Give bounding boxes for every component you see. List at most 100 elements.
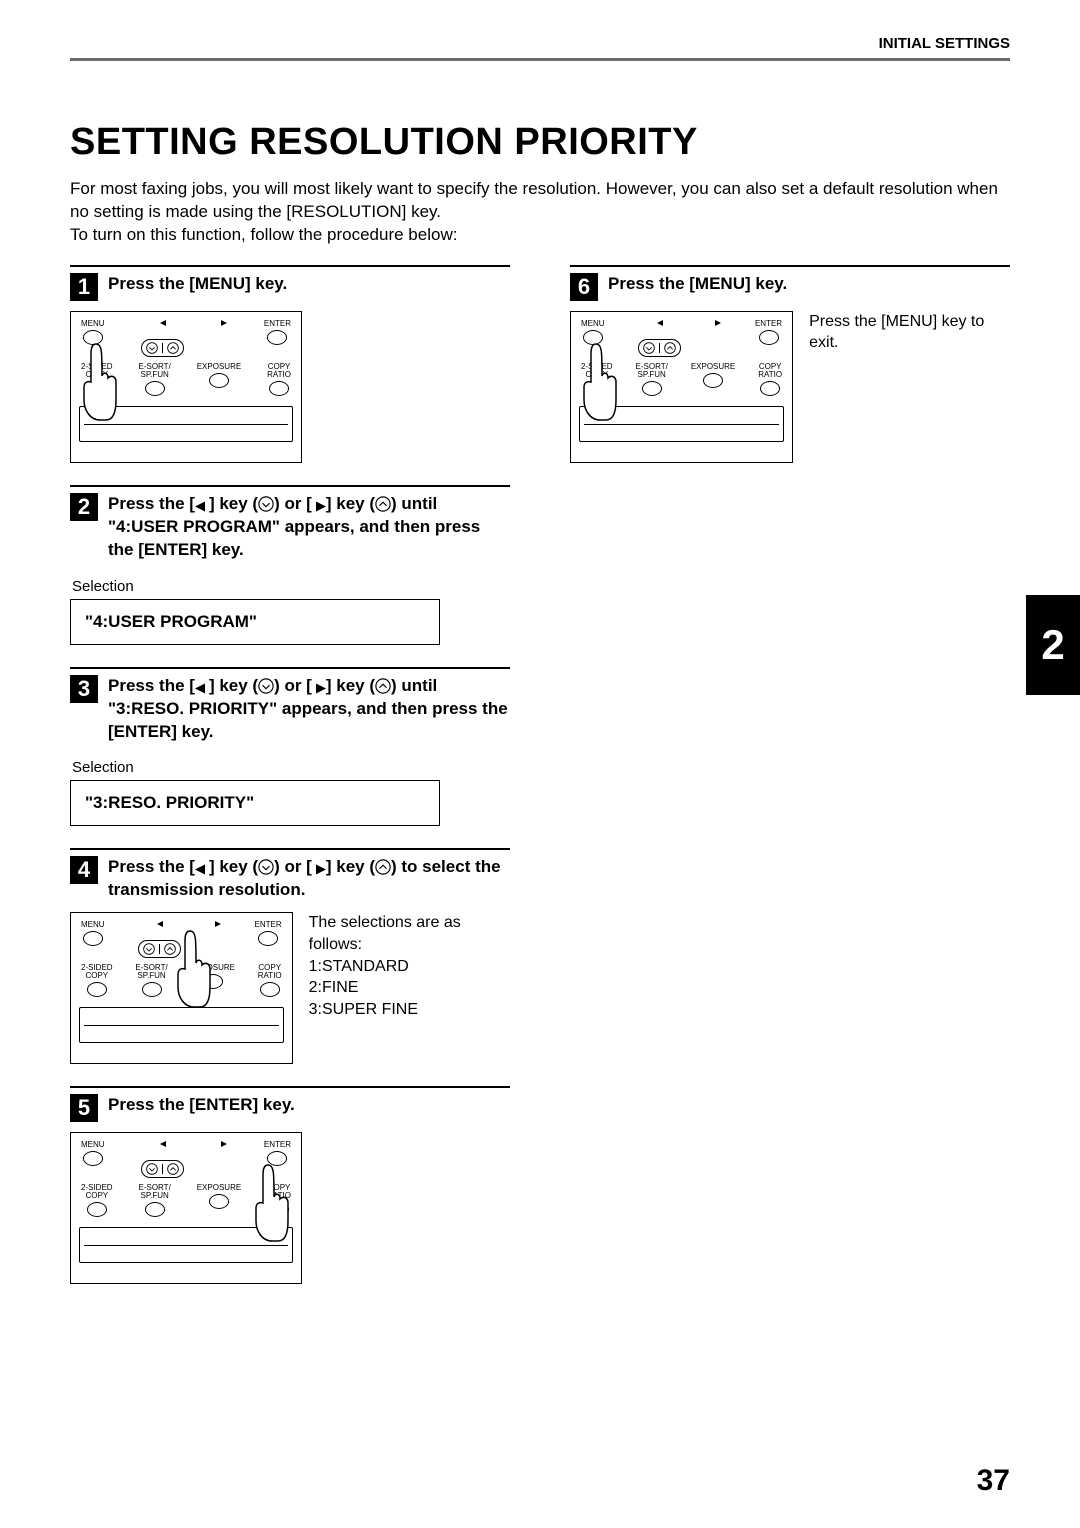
step-number: 3 [70, 675, 98, 703]
enter-button-icon [759, 330, 779, 345]
nav-oval-icon [638, 339, 681, 357]
finger-pointer-icon [249, 1163, 291, 1243]
lcd-display-icon [79, 1007, 284, 1043]
two-sided-label: 2-SIDED COPY [81, 1184, 113, 1200]
up-chevron-icon [167, 342, 179, 354]
esort-label: E-SORT/ SP.FUN [138, 1184, 170, 1200]
esort-button-icon [142, 982, 162, 997]
step-number: 4 [70, 856, 98, 884]
step-title: Press the [ENTER] key. [108, 1094, 295, 1117]
up-chevron-icon [167, 1163, 179, 1175]
down-circle-icon [258, 496, 274, 512]
up-circle-icon [375, 859, 391, 875]
menu-button-icon [83, 1151, 103, 1166]
selection-label: Selection [72, 578, 510, 595]
step-title: Press the [MENU] key. [108, 273, 287, 296]
menu-label: MENU [581, 320, 605, 328]
step-5: 5 Press the [ENTER] key. MENU [70, 1086, 510, 1284]
step-6: 6 Press the [MENU] key. MENU [570, 265, 1010, 463]
step-number: 5 [70, 1094, 98, 1122]
enter-label: ENTER [264, 1141, 291, 1149]
menu-label: MENU [81, 320, 105, 328]
menu-label: MENU [81, 1141, 105, 1149]
step-number: 1 [70, 273, 98, 301]
esort-button-icon [145, 1202, 165, 1217]
exposure-button-icon [703, 373, 723, 388]
chapter-tab: 2 [1026, 595, 1080, 695]
right-key-icon [312, 501, 326, 512]
right-key-icon [312, 683, 326, 694]
exposure-label: EXPOSURE [197, 363, 241, 371]
nav-oval-icon [141, 1160, 184, 1178]
step-2: 2 Press the [] key () or [] key () until… [70, 485, 510, 645]
two-sided-button-icon [87, 1202, 107, 1217]
down-chevron-icon [146, 342, 158, 354]
up-circle-icon [375, 678, 391, 694]
esort-button-icon [642, 381, 662, 396]
right-arrow-label [215, 921, 221, 929]
right-arrow-label [715, 320, 721, 328]
ratio-button-icon [269, 381, 289, 396]
ratio-label: COPY RATIO [267, 363, 291, 379]
esort-label: E-SORT/ SP.FUN [636, 363, 668, 379]
control-panel-illustration: MENU ENTER [70, 311, 302, 463]
step-number: 6 [570, 273, 598, 301]
options-intro: The selections are as follows: [309, 914, 461, 953]
two-sided-button-icon [87, 982, 107, 997]
selection-options: The selections are as follows: 1:STANDAR… [309, 912, 510, 1064]
control-panel-illustration: MENU ENTER [70, 912, 293, 1064]
step-note: Press the [MENU] key to exit. [809, 311, 1010, 463]
enter-button-icon [258, 931, 278, 946]
enter-button-icon [267, 330, 287, 345]
ratio-button-icon [260, 982, 280, 997]
step-title: Press the [] key () or [] key () until "… [108, 493, 510, 562]
exposure-label: EXPOSURE [691, 363, 735, 371]
step-number: 2 [70, 493, 98, 521]
step-title: Press the [] key () or [] key () until "… [108, 675, 510, 744]
page-title: SETTING RESOLUTION PRIORITY [70, 121, 1010, 164]
menu-label: MENU [81, 921, 105, 929]
page-number: 37 [977, 1464, 1010, 1498]
right-arrow-label [221, 320, 227, 328]
selection-label: Selection [72, 759, 510, 776]
up-circle-icon [375, 496, 391, 512]
menu-button-icon [83, 931, 103, 946]
up-chevron-icon [664, 342, 676, 354]
intro-text: For most faxing jobs, you will most like… [70, 178, 1010, 247]
esort-label: E-SORT/ SP.FUN [135, 964, 167, 980]
step-1: 1 Press the [MENU] key. MENU [70, 265, 510, 463]
lcd-readout: "4:USER PROGRAM" [70, 599, 440, 645]
finger-pointer-icon [171, 929, 213, 1009]
ratio-label: COPY RATIO [258, 964, 282, 980]
control-panel-illustration: MENU ENTER [570, 311, 793, 463]
control-panel-illustration: MENU ENTER [70, 1132, 302, 1284]
lcd-readout: "3:RESO. PRIORITY" [70, 780, 440, 826]
intro-line-1: For most faxing jobs, you will most like… [70, 179, 998, 221]
left-arrow-label [160, 1141, 166, 1149]
left-key-icon [195, 683, 209, 694]
intro-line-2: To turn on this function, follow the pro… [70, 225, 457, 244]
ratio-label: COPY RATIO [758, 363, 782, 379]
option-super-fine: 3:SUPER FINE [309, 1001, 418, 1018]
finger-pointer-icon [77, 342, 119, 422]
left-key-icon [195, 501, 209, 512]
exposure-button-icon [209, 373, 229, 388]
down-circle-icon [258, 678, 274, 694]
esort-label: E-SORT/ SP.FUN [138, 363, 170, 379]
left-key-icon [195, 864, 209, 875]
section-header: INITIAL SETTINGS [70, 35, 1010, 52]
left-arrow-label [657, 320, 663, 328]
option-standard: 1:STANDARD [309, 958, 409, 975]
down-chevron-icon [143, 943, 155, 955]
header-rule [70, 58, 1010, 61]
esort-button-icon [145, 381, 165, 396]
option-fine: 2:FINE [309, 979, 359, 996]
step-4: 4 Press the [] key () or [] key () to se… [70, 848, 510, 1064]
down-chevron-icon [146, 1163, 158, 1175]
step-title: Press the [] key () or [] key () to sele… [108, 856, 510, 902]
right-key-icon [312, 864, 326, 875]
enter-label: ENTER [755, 320, 782, 328]
left-arrow-label [160, 320, 166, 328]
right-arrow-label [221, 1141, 227, 1149]
exposure-label: EXPOSURE [197, 1184, 241, 1192]
